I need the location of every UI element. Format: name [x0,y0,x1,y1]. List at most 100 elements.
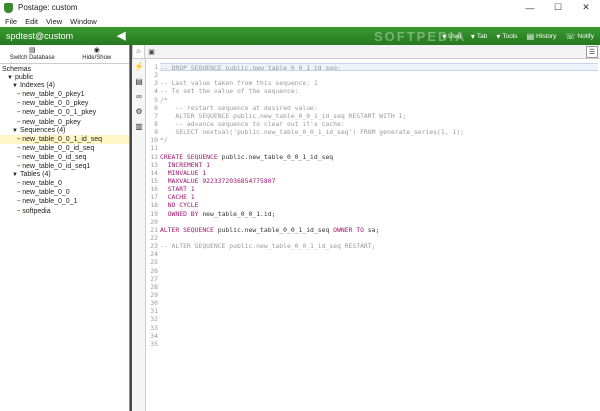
line-number: 2 [154,71,158,80]
tree-item[interactable]: ▪▪ new_table_0_0_1 [0,197,129,206]
menu-view[interactable]: View [46,17,62,26]
tree-item[interactable]: ▪▪ new_table_0_pkey1 [0,90,129,99]
tree-item-label: softpedia [22,207,51,215]
code-token: -- advance sequence to clear out it's ca… [160,119,345,128]
tree-item-label: new_table_0_id_seq1 [22,163,91,171]
link-icon[interactable]: ∞ [132,89,146,104]
tab-button[interactable]: ▾ Tab [471,32,488,41]
code-token: */ [160,136,168,145]
tree-item[interactable]: ▪▪ new_table_0_id_seq [0,153,129,162]
line-number: 28 [150,282,158,291]
code-line: -- advance sequence to clear out it's ca… [160,120,598,128]
line-number-gutter: 1 2 3 4 5 6 7 8 9 10 11 12 13 14 15 16 17 18 19 20 21 22 23 24 2… [146,63,158,348]
menu-file[interactable]: File [5,17,17,26]
line-number: 8 [154,119,158,128]
tree-item[interactable]: ▪▪ softpedia [0,207,129,216]
tree-item[interactable]: ▪▪ new_table_0_0_id_seq [0,144,129,153]
tools-button[interactable]: ▾ Tools [496,32,517,41]
code-line: NO CYCLE [160,201,598,209]
tree-item[interactable]: ▪▪ new_table_0_0_1_id_seq [0,134,129,144]
code-token: MAXVALUE 9223372036854775807 [160,176,276,185]
tools-icon: ▾ [496,31,501,41]
expand-triangle-icon[interactable]: ▼ [12,83,18,89]
object-icon: ▪▪ [17,91,21,97]
expand-triangle-icon[interactable]: ▼ [7,75,13,81]
tree-folder[interactable]: ▼ public [0,74,129,82]
line-number: 13 [150,160,158,169]
code-token: /* [160,95,168,104]
sql-editor[interactable]: 1 2 3 4 5 6 7 8 9 10 11 12 13 14 15 16 17 18 19 20 21 22 23 24 2… [146,59,600,411]
settings-icon[interactable]: ⚙ [132,104,146,119]
tree-item[interactable]: ▪▪ new_table_0_0_1_pkey [0,108,129,117]
code-token: INCREMENT 1 [160,160,211,169]
tree-item-label: Indexes (4) [19,82,55,90]
line-number: 25 [150,258,158,267]
close-button[interactable]: ✕ [572,0,600,15]
maximize-button[interactable]: ☐ [544,0,572,15]
tree-item-label: new_table_0_0_1_id_seq [22,135,102,143]
code-line: -- ALTER SEQUENCE public.new_table_0_0_1… [160,242,598,250]
notify-button[interactable]: ☏ Notify [565,32,594,41]
user-button[interactable]: ▾ User [442,32,462,41]
line-number: 1 [154,63,158,71]
editor-icon-bar: ⚡ ▤ ∞ ⚙ ▥ [132,59,146,411]
code-line: INCREMENT 1 [160,161,598,169]
line-number: 18 [150,201,158,210]
tab-icon: ▾ [470,31,475,41]
run-query-icon[interactable]: ⚡ [132,59,146,74]
expand-triangle-icon[interactable]: ▼ [12,128,18,134]
tree-folder[interactable]: ▼ Sequences (4) [0,127,129,135]
line-number: 14 [150,168,158,177]
menu-edit[interactable]: Edit [25,17,38,26]
hide-show-button[interactable]: ◉ Hide/Show [65,45,130,63]
line-number: 10 [150,136,158,145]
code-token: OWNED BY [160,209,203,218]
history-button[interactable]: ▤ History [527,32,557,41]
tree-item-label: Tables (4) [19,171,51,179]
code-line: MAXVALUE 9223372036854775807 [160,177,598,185]
code-token: SELECT nextval('public.new_table_0_0_1_i… [160,128,464,137]
tree-item-label: new_table_0_0_1 [22,198,78,206]
menu-bar: File Edit View Window [0,15,600,27]
menu-window[interactable]: Window [70,17,97,26]
list-view-icon[interactable]: ☰ [586,46,598,58]
line-number: 33 [150,323,158,332]
back-arrow-icon[interactable]: ◀ [117,29,125,42]
expand-triangle-icon[interactable]: ▼ [12,172,18,178]
tree-folder[interactable]: ▼ Indexes (4) [0,82,129,90]
minimize-button[interactable]: — [516,0,544,15]
tree-folder[interactable]: Schemas [0,66,129,74]
home-tab-icon[interactable]: ⌂ [132,45,145,58]
switch-database-button[interactable]: ▤ Switch Database [0,45,65,63]
tree-item[interactable]: ▪▪ new_table_0_0_pkey [0,99,129,108]
line-number: 11 [150,144,158,153]
title-bar: Postage: custom — ☐ ✕ [0,0,600,15]
chart-icon[interactable]: ▥ [132,119,146,134]
open-folder-icon[interactable]: ▣ [145,45,158,58]
tree-item[interactable]: ▪▪ new_table_0_id_seq1 [0,162,129,171]
line-number: 16 [150,185,158,194]
results-icon[interactable]: ▤ [132,74,146,89]
tree-item[interactable]: ▪▪ new_table_0_0 [0,188,129,197]
line-number: 34 [150,331,158,340]
tree-folder[interactable]: ▼ Tables (4) [0,171,129,179]
code-area[interactable]: -- DROP SEQUENCE public.new_table_0_0_1_… [160,63,598,348]
tree-item[interactable]: ▪▪ new_table_0 [0,179,129,188]
line-number: 30 [150,299,158,308]
tree-item-label: new_table_0_pkey [22,118,81,126]
tree-item[interactable]: ▪▪ new_table_0_pkey [0,118,129,127]
line-number: 5 [154,95,158,104]
object-icon: ▪▪ [17,180,21,186]
code-token: CACHE 1 [160,193,195,202]
object-icon: ▪▪ [17,207,21,213]
